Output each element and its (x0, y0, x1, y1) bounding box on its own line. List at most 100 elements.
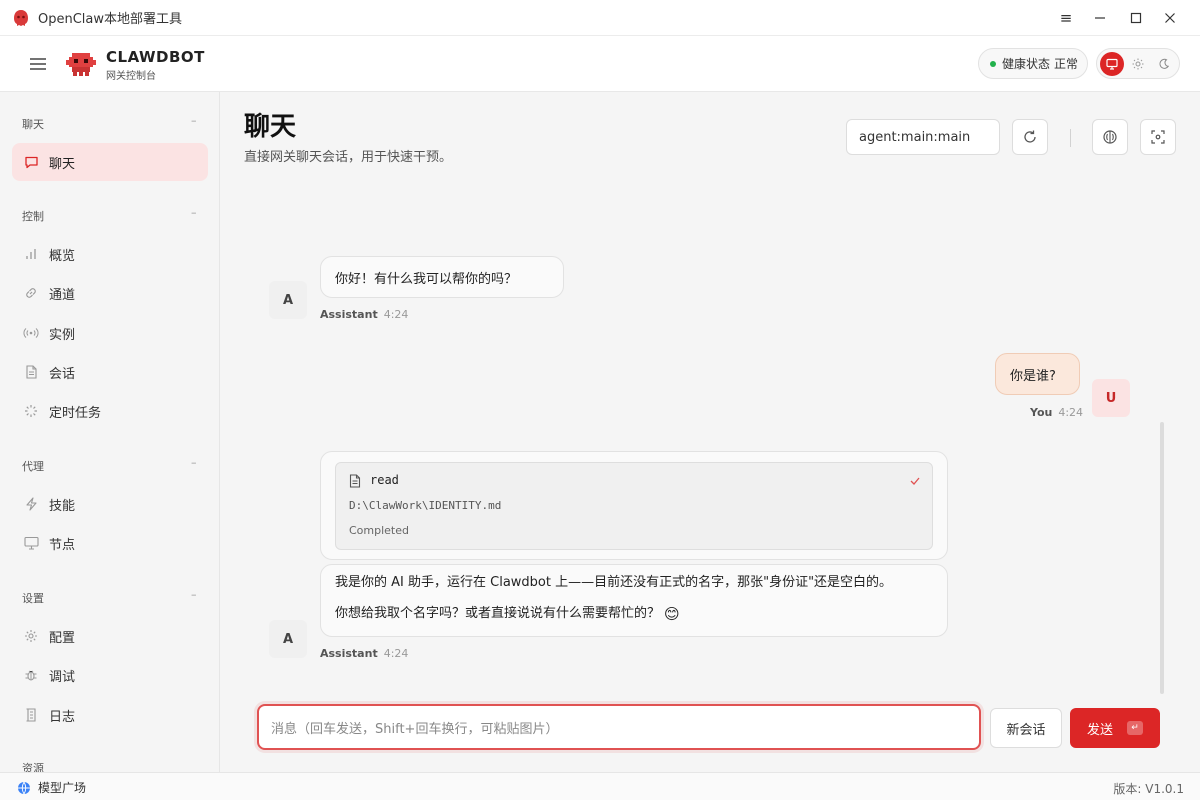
message-meta: You 4:24 (1030, 406, 1083, 419)
sidebar-section-control-collapse[interactable]: – (191, 206, 197, 219)
theme-dark-button[interactable] (1152, 52, 1176, 76)
page-subtitle: 直接网关聊天会话，用于快速干预。 (244, 150, 453, 165)
message-sender: Assistant (320, 308, 378, 321)
sidebar-item-label: 定时任务 (49, 405, 102, 421)
sidebar-item-label: 会话 (49, 366, 76, 382)
sidebar-item-instances[interactable]: 实例 (12, 314, 208, 352)
minimize-button[interactable] (1082, 0, 1118, 36)
user-avatar: U (1092, 379, 1130, 417)
message-meta: Assistant 4:24 (320, 308, 408, 321)
gear-icon (22, 627, 40, 645)
message-sender: Assistant (320, 647, 378, 660)
maximize-button[interactable] (1118, 0, 1154, 36)
sidebar-toggle-button[interactable] (24, 52, 52, 76)
sidebar-item-skills[interactable]: 技能 (12, 485, 208, 523)
sidebar-section-agent-collapse[interactable]: – (191, 456, 197, 469)
health-value: 正常 (1054, 57, 1079, 71)
bar-chart-icon (22, 245, 40, 263)
sidebar-item-label: 实例 (49, 327, 76, 343)
maximize-icon (1130, 12, 1142, 24)
tool-call-card[interactable]: read D:\ClawWork\IDENTITY.md Completed (335, 462, 933, 550)
sidebar-section-resources-title: 资源 (22, 762, 44, 772)
message-time: 4:24 (1058, 406, 1084, 419)
health-status-badge: 健康状态 正常 (978, 48, 1088, 79)
app-header: CLAWDBOT 网关控制台 健康状态 正常 (0, 36, 1200, 92)
sidebar-item-debug[interactable]: 调试 (12, 656, 208, 694)
tool-path: D:\ClawWork\IDENTITY.md (349, 499, 502, 512)
model-plaza-link[interactable]: 模型广场 (17, 779, 86, 796)
scroll-icon (22, 706, 40, 724)
sidebar-item-label: 调试 (49, 669, 76, 685)
message-text-line-2: 你想给我取个名字吗？或者直接说说有什么需要帮忙的？ 😊 (335, 606, 933, 622)
assistant-avatar: A (269, 620, 307, 658)
tool-name: read (370, 473, 399, 487)
bolt-icon (22, 495, 40, 513)
sidebar-item-label: 日志 (49, 709, 76, 725)
sidebar-section-chat-title: 聊天 (22, 118, 44, 131)
new-session-button[interactable]: 新会话 (990, 708, 1062, 748)
thinking-toggle-button[interactable] (1092, 119, 1128, 155)
assistant-message-bubble: 你好！有什么我可以帮你的吗？ (320, 256, 564, 298)
message-text-line: 我是你的 AI 助手，运行在 Clawdbot 上——目前还没有正式的名字，那张… (335, 575, 893, 590)
sidebar-section-settings-collapse[interactable]: – (191, 588, 197, 601)
message-meta: Assistant 4:24 (320, 647, 408, 660)
message-time: 4:24 (383, 647, 409, 660)
send-button[interactable]: 发送 ↵ (1070, 708, 1160, 748)
smile-emoji-icon: 😊 (664, 605, 680, 623)
tool-status: Completed (349, 524, 409, 537)
message-text: 你好！有什么我可以帮你的吗？ (335, 272, 518, 287)
sidebar-item-config[interactable]: 配置 (12, 617, 208, 655)
sidebar-item-overview[interactable]: 概览 (12, 235, 208, 273)
sun-icon (1132, 58, 1144, 70)
toolbar-divider (1070, 129, 1071, 147)
refresh-button[interactable] (1012, 119, 1048, 155)
focus-mode-button[interactable] (1140, 119, 1176, 155)
sidebar-item-nodes[interactable]: 节点 (12, 524, 208, 562)
sidebar-item-chat[interactable]: 聊天 (12, 143, 208, 181)
sidebar-item-label: 技能 (49, 498, 76, 514)
sidebar-section-agent-title: 代理 (22, 460, 44, 473)
chat-scrollbar[interactable] (1160, 422, 1164, 694)
theme-switcher (1096, 48, 1180, 79)
clawdbot-logo-icon (66, 53, 96, 76)
session-key-field[interactable]: agent:main:main (846, 119, 1000, 155)
health-dot-icon (990, 60, 996, 67)
app-logo-icon (14, 9, 28, 26)
window-menu-button[interactable]: ≡ (1048, 0, 1084, 36)
window-title: OpenClaw本地部署工具 (38, 12, 183, 27)
send-label: 发送 (1086, 722, 1113, 738)
globe-icon (18, 781, 30, 794)
file-icon (22, 363, 40, 381)
refresh-icon (1024, 130, 1036, 143)
sidebar-item-label: 通道 (49, 287, 76, 303)
theme-system-button[interactable] (1100, 52, 1124, 76)
sidebar-section-control-title: 控制 (22, 210, 44, 223)
sidebar-item-cron-jobs[interactable]: 定时任务 (12, 392, 208, 430)
sidebar-section-chat-collapse[interactable]: – (191, 114, 197, 127)
sidebar-item-label: 聊天 (49, 156, 76, 172)
close-button[interactable] (1152, 0, 1188, 36)
message-time: 4:24 (383, 308, 409, 321)
minimize-icon (1095, 17, 1105, 19)
theme-light-button[interactable] (1126, 52, 1150, 76)
tool-call-bubble: read D:\ClawWork\IDENTITY.md Completed (320, 451, 948, 560)
monitor-icon (1106, 58, 1118, 70)
close-icon (1165, 13, 1175, 23)
sidebar-item-logs[interactable]: 日志 (12, 696, 208, 734)
title-bar: OpenClaw本地部署工具 ≡ (0, 0, 1200, 36)
status-bar: 模型广场 版本: V1.0.1 (0, 772, 1200, 800)
sidebar-item-label: 概览 (49, 248, 76, 264)
bug-icon (22, 666, 40, 684)
message-input[interactable] (259, 706, 979, 748)
assistant-message-bubble: 我是你的 AI 助手，运行在 Clawdbot 上——目前还没有正式的名字，那张… (320, 564, 948, 637)
user-message-bubble: 你是谁? (995, 353, 1080, 395)
assistant-avatar: A (269, 281, 307, 319)
sidebar-item-channels[interactable]: 通道 (12, 274, 208, 312)
sidebar-item-label: 节点 (49, 537, 76, 553)
hamburger-icon (30, 58, 46, 70)
file-icon (349, 474, 361, 488)
message-text: 你是谁? (1010, 369, 1056, 384)
message-composer (257, 704, 981, 750)
brain-icon (1103, 130, 1117, 144)
sidebar-item-sessions[interactable]: 会话 (12, 353, 208, 391)
